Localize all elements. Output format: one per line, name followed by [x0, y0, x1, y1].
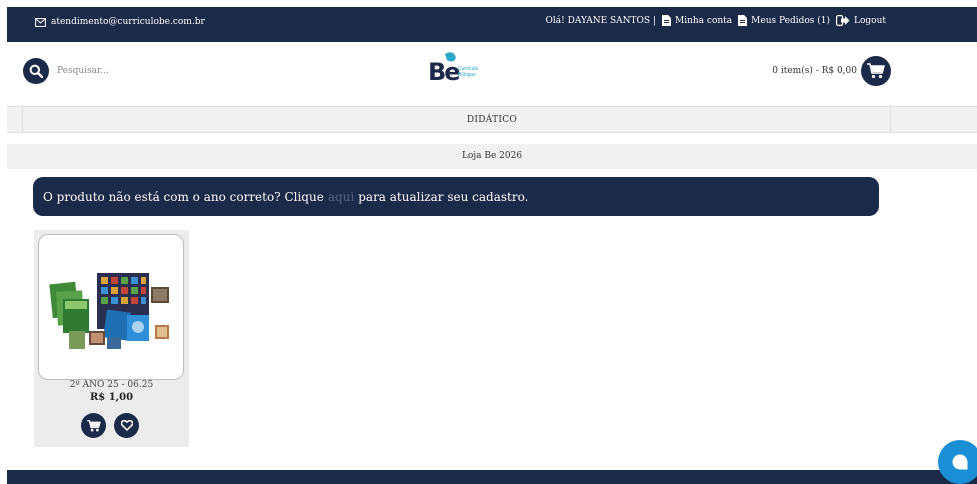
- svg-text:Be: Be: [428, 58, 460, 84]
- search-button[interactable]: [23, 58, 49, 84]
- product-image[interactable]: [38, 234, 184, 380]
- search-icon: [29, 64, 43, 78]
- cart-icon: [867, 63, 885, 79]
- add-to-cart-button[interactable]: [81, 413, 106, 438]
- my-orders-link[interactable]: Meus Pedidos (1): [738, 15, 830, 26]
- user-greeting: Olá! DAYANE SANTOS |: [545, 15, 656, 26]
- category-nav: DIDÁTICO: [7, 106, 977, 133]
- search-input[interactable]: [57, 60, 257, 82]
- my-orders-label: Meus Pedidos (1): [751, 15, 830, 26]
- year-alert-banner: O produto não está com o ano correto? Cl…: [33, 177, 879, 216]
- my-account-label: Minha conta: [675, 15, 733, 26]
- product-name[interactable]: 2º ANO 25 - 06.25: [34, 380, 189, 390]
- contact-email[interactable]: atendimento@curriculobe.com.br: [35, 17, 205, 27]
- logo-text-line2: Bilíngue: [458, 72, 476, 78]
- product-card[interactable]: 2º ANO 25 - 06.25 R$ 1,00: [34, 230, 189, 447]
- heart-icon: [120, 420, 133, 431]
- nav-item-didatico[interactable]: DIDÁTICO: [7, 107, 977, 132]
- my-account-link[interactable]: Minha conta: [662, 15, 732, 26]
- brand-logo[interactable]: Be Currículo Bilíngue: [428, 50, 488, 86]
- chat-icon: [952, 454, 968, 470]
- document-icon: [662, 15, 671, 26]
- add-to-wishlist-button[interactable]: [114, 413, 139, 438]
- site-footer: [7, 470, 977, 484]
- logout-link[interactable]: Logout: [836, 15, 886, 26]
- document-icon: [738, 15, 748, 26]
- cart-icon: [86, 419, 101, 431]
- alert-update-link[interactable]: aqui: [328, 190, 354, 204]
- product-actions: [81, 413, 139, 438]
- cart-summary[interactable]: 0 item(s) - R$ 0,00: [772, 56, 891, 86]
- logout-label: Logout: [854, 15, 886, 26]
- contact-email-text: atendimento@curriculobe.com.br: [51, 17, 205, 27]
- site-header: Be Currículo Bilíngue 0 item(s) - R$ 0,0…: [7, 42, 977, 102]
- top-bar: atendimento@curriculobe.com.br Olá! DAYA…: [7, 7, 977, 42]
- alert-text-before: O produto não está com o ano correto? Cl…: [43, 189, 324, 204]
- nav-divider: [890, 107, 891, 132]
- alert-text-after: para atualizar seu cadastro.: [358, 189, 529, 204]
- user-links: Olá! DAYANE SANTOS | Minha conta Meus Pe…: [546, 15, 886, 26]
- store-title: Loja Be 2026: [7, 144, 977, 169]
- cart-button[interactable]: [861, 56, 891, 86]
- product-price: R$ 1,00: [89, 392, 134, 403]
- cart-summary-text: 0 item(s) - R$ 0,00: [772, 66, 857, 76]
- logout-icon: [836, 15, 850, 26]
- mail-icon: [35, 17, 46, 27]
- chat-button[interactable]: [938, 440, 977, 484]
